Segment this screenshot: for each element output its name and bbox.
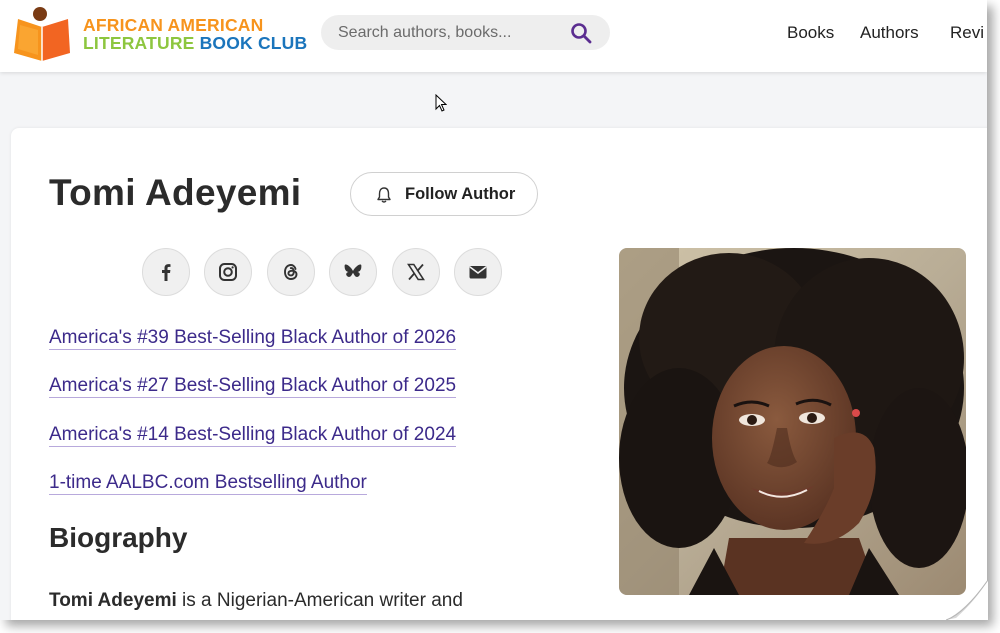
biography-heading: Biography xyxy=(49,522,188,553)
author-photo xyxy=(619,248,966,595)
facebook-button[interactable] xyxy=(142,248,190,296)
biography-author-name: Tomi Adeyemi xyxy=(49,590,177,611)
x-icon xyxy=(407,263,425,281)
site-header: AFRICAN AMERICAN LITERATURE BOOK CLUB Se… xyxy=(0,0,987,72)
nav-reviews[interactable]: Revi xyxy=(950,23,984,43)
logo-word-literature: LITERATURE xyxy=(83,33,200,53)
threads-button[interactable] xyxy=(267,248,315,296)
logo-line-1: AFRICAN AMERICAN xyxy=(83,15,264,35)
email-button[interactable] xyxy=(454,248,502,296)
author-portrait-image xyxy=(619,248,966,595)
bell-icon xyxy=(377,187,391,203)
email-icon xyxy=(469,266,487,279)
bluesky-icon xyxy=(344,264,362,277)
biography-text: Tomi Adeyemi is a Nigerian-American writ… xyxy=(49,590,463,612)
mouse-cursor-icon xyxy=(435,94,447,112)
rank-link-2026[interactable]: America's #39 Best-Selling Black Author … xyxy=(49,327,457,350)
search-icon[interactable] xyxy=(570,22,592,44)
x-button[interactable] xyxy=(392,248,440,296)
rank-link-2024[interactable]: America's #14 Best-Selling Black Author … xyxy=(49,424,457,447)
threads-icon xyxy=(284,264,298,280)
nav-authors[interactable]: Authors xyxy=(860,23,919,43)
instagram-button[interactable] xyxy=(204,248,252,296)
book-logo-icon xyxy=(14,7,70,61)
logo-text: AFRICAN AMERICAN LITERATURE BOOK CLUB xyxy=(83,16,307,52)
search-box[interactable]: Search authors, books... xyxy=(321,15,610,50)
follow-author-button[interactable]: Follow Author xyxy=(350,172,538,216)
logo-word-book-club: BOOK CLUB xyxy=(199,33,308,53)
biography-sentence: is a Nigerian-American writer and xyxy=(176,590,463,611)
author-name: Tomi Adeyemi xyxy=(49,172,302,213)
site-logo[interactable]: AFRICAN AMERICAN LITERATURE BOOK CLUB xyxy=(10,5,310,63)
browser-viewport: AFRICAN AMERICAN LITERATURE BOOK CLUB Se… xyxy=(0,0,987,620)
rank-link-2025[interactable]: America's #27 Best-Selling Black Author … xyxy=(49,375,457,398)
page-curl-decoration xyxy=(946,580,988,620)
aalbc-bestseller-link[interactable]: 1-time AALBC.com Bestselling Author xyxy=(49,472,367,495)
instagram-icon xyxy=(219,263,237,281)
facebook-icon xyxy=(162,264,171,281)
logo-line-2: LITERATURE BOOK CLUB xyxy=(83,34,307,52)
follow-author-label: Follow Author xyxy=(405,185,516,203)
search-input[interactable]: Search authors, books... xyxy=(338,24,511,42)
bluesky-button[interactable] xyxy=(329,248,377,296)
nav-books[interactable]: Books xyxy=(787,23,834,43)
